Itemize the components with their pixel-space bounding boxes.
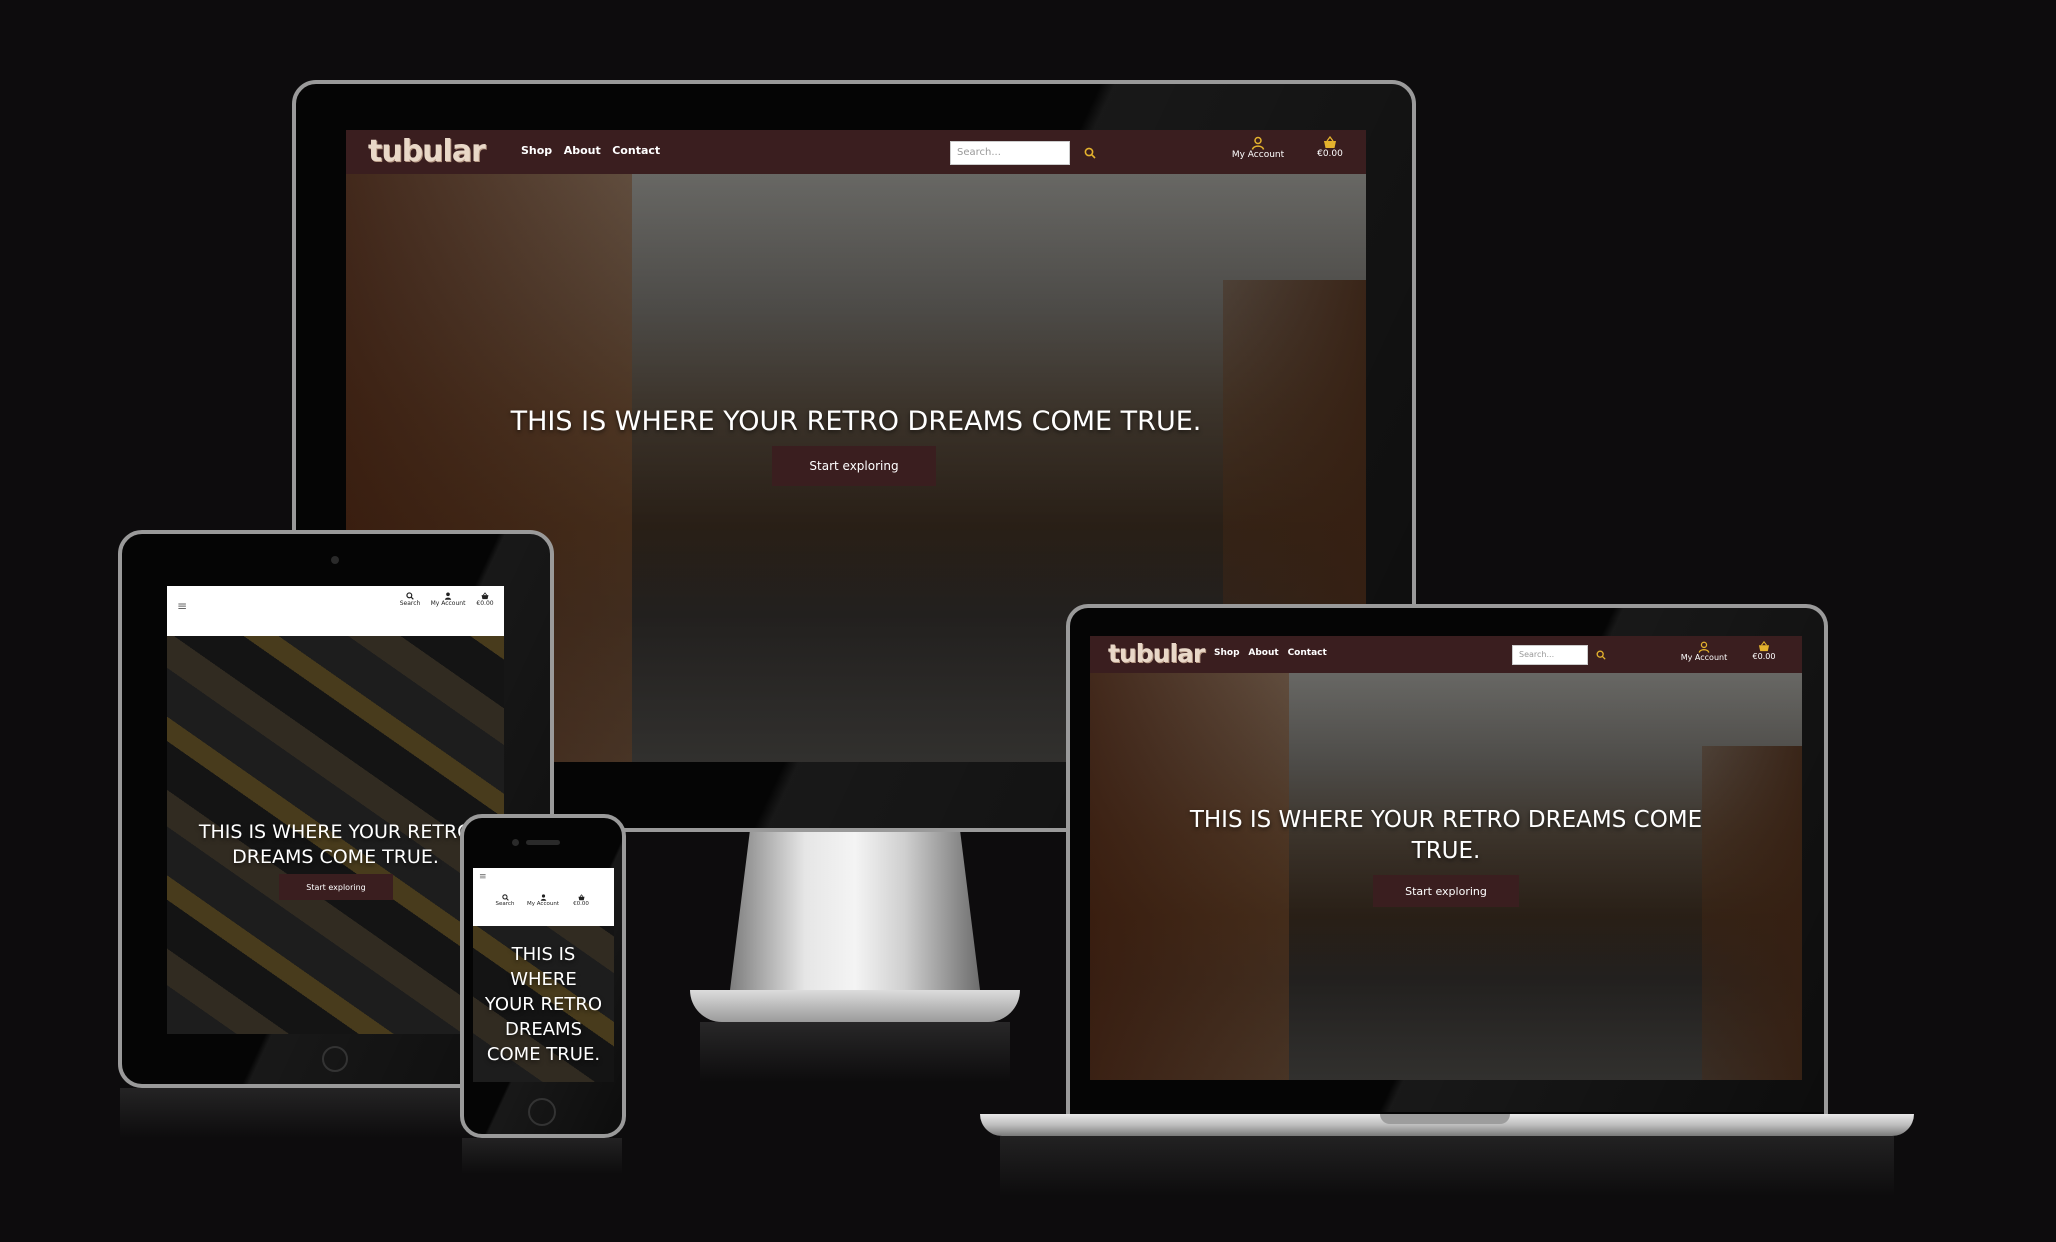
account-label: My Account — [1231, 150, 1285, 160]
tablet-hero-heading: THIS IS WHERE YOUR RETRO DREAMS COME TRU… — [167, 820, 504, 870]
phone-reflection — [462, 1138, 622, 1174]
tablet-cart-total: €0.00 — [476, 600, 494, 607]
phone-home-button[interactable] — [528, 1098, 556, 1126]
desktop-nav-links: Shop About Contact — [521, 144, 660, 157]
laptop-nav-link-contact[interactable]: Contact — [1288, 648, 1327, 658]
laptop-account-link[interactable]: My Account — [1676, 641, 1732, 662]
laptop-notch — [1380, 1114, 1510, 1124]
desktop-navbar: tubular Shop About Contact Search... My … — [346, 130, 1366, 174]
nav-link-shop[interactable]: Shop — [521, 144, 552, 157]
phone-hero-heading-line1: THIS IS — [511, 944, 576, 965]
hamburger-icon[interactable]: ≡ — [177, 599, 187, 613]
phone-basket-icon — [578, 894, 584, 901]
phone-navbar: ≡ Search My Account €0.00 — [473, 868, 614, 926]
phone-hero: THIS IS WHERE YOUR RETRO DREAMS COME TRU… — [473, 926, 614, 1082]
phone-search-label: Search — [495, 901, 515, 907]
tablet-start-exploring-button[interactable]: Start exploring — [279, 874, 393, 900]
laptop-account-label: My Account — [1680, 653, 1728, 662]
search-icon[interactable] — [1084, 147, 1096, 159]
tablet-account-link[interactable]: My Account — [427, 592, 469, 607]
search-input[interactable]: Search... — [950, 141, 1070, 165]
phone-hero-heading-line4: DREAMS — [504, 1019, 582, 1040]
laptop-screen: tubular Shop About Contact Search... My … — [1090, 636, 1802, 1080]
laptop-search-input[interactable]: Search... — [1512, 645, 1588, 665]
tablet-home-button[interactable] — [322, 1046, 348, 1072]
phone-screen: ≡ Search My Account €0.00 THIS IS WHERE … — [473, 868, 614, 1082]
phone-hero-heading: THIS IS WHERE YOUR RETRO DREAMS COME TRU… — [473, 942, 614, 1067]
tablet-screen: ≡ Search My Account €0.00 THIS IS WHERE … — [167, 586, 504, 1034]
tablet-search-label: Search — [399, 600, 421, 607]
phone-account-link[interactable]: My Account — [523, 894, 563, 907]
account-link[interactable]: My Account — [1226, 136, 1290, 160]
monitor-reflection — [700, 1022, 1010, 1082]
tablet-hero: THIS IS WHERE YOUR RETRO DREAMS COME TRU… — [167, 636, 504, 1034]
nav-link-contact[interactable]: Contact — [612, 144, 660, 157]
laptop-nav-links: Shop About Contact — [1214, 648, 1327, 658]
phone-cart-link[interactable]: €0.00 — [567, 894, 595, 907]
phone-hero-heading-line2: WHERE — [510, 969, 577, 990]
laptop-start-exploring-button[interactable]: Start exploring — [1373, 875, 1519, 907]
phone-hero-heading-line3: YOUR RETRO — [484, 994, 603, 1015]
start-exploring-button[interactable]: Start exploring — [772, 446, 936, 486]
laptop-navbar: tubular Shop About Contact Search... My … — [1090, 636, 1802, 673]
tablet-account-label: My Account — [430, 600, 466, 607]
phone-account-label: My Account — [527, 901, 559, 907]
nav-link-about[interactable]: About — [564, 144, 601, 157]
laptop-reflection — [1000, 1136, 1894, 1196]
phone-camera — [512, 839, 519, 846]
laptop-search-icon[interactable] — [1596, 650, 1606, 660]
tablet-cart-link[interactable]: €0.00 — [470, 592, 500, 607]
laptop-hero-heading-line1: THIS IS WHERE YOUR RETRO DREAMS COME — [1189, 807, 1703, 833]
monitor-stand — [730, 830, 980, 990]
tablet-navbar: ≡ Search My Account €0.00 — [167, 586, 504, 636]
tablet-basket-icon — [481, 592, 489, 600]
laptop-hero-heading-line2: TRUE. — [1411, 838, 1481, 864]
laptop-hero: THIS IS WHERE YOUR RETRO DREAMS COME TRU… — [1090, 673, 1802, 1080]
monitor-base — [690, 990, 1020, 1022]
laptop-basket-icon — [1758, 641, 1770, 652]
laptop-nav-link-about[interactable]: About — [1248, 648, 1278, 658]
hero-heading: THIS IS WHERE YOUR RETRO DREAMS COME TRU… — [510, 406, 1202, 437]
laptop-user-icon — [1698, 641, 1710, 653]
user-icon — [1251, 136, 1265, 150]
tablet-search-link[interactable]: Search — [395, 592, 425, 607]
basket-icon — [1324, 136, 1336, 148]
phone-search-icon — [501, 894, 509, 901]
tablet-hero-heading-line1: THIS IS WHERE YOUR RETRO — [198, 821, 473, 843]
phone-search-link[interactable]: Search — [491, 894, 519, 907]
tablet-hero-heading-line2: DREAMS COME TRUE. — [232, 846, 439, 868]
cart-link[interactable]: €0.00 — [1310, 136, 1350, 159]
laptop-cart-link[interactable]: €0.00 — [1746, 641, 1782, 661]
tablet-camera — [331, 556, 339, 564]
phone-hamburger-icon[interactable]: ≡ — [479, 872, 487, 882]
phone-hero-heading-line5: COME TRUE. — [486, 1044, 601, 1065]
cart-total: €0.00 — [1317, 149, 1343, 159]
site-logo[interactable]: tubular — [368, 134, 486, 169]
laptop-logo[interactable]: tubular — [1108, 639, 1205, 668]
tablet-user-icon — [444, 592, 452, 600]
phone-user-icon — [540, 894, 546, 901]
tablet-search-icon — [406, 592, 414, 600]
laptop-nav-link-shop[interactable]: Shop — [1214, 648, 1240, 658]
phone-cart-total: €0.00 — [573, 901, 589, 907]
laptop-hero-heading: THIS IS WHERE YOUR RETRO DREAMS COME TRU… — [1090, 805, 1802, 867]
phone-speaker — [526, 840, 560, 845]
laptop-cart-total: €0.00 — [1752, 652, 1776, 661]
